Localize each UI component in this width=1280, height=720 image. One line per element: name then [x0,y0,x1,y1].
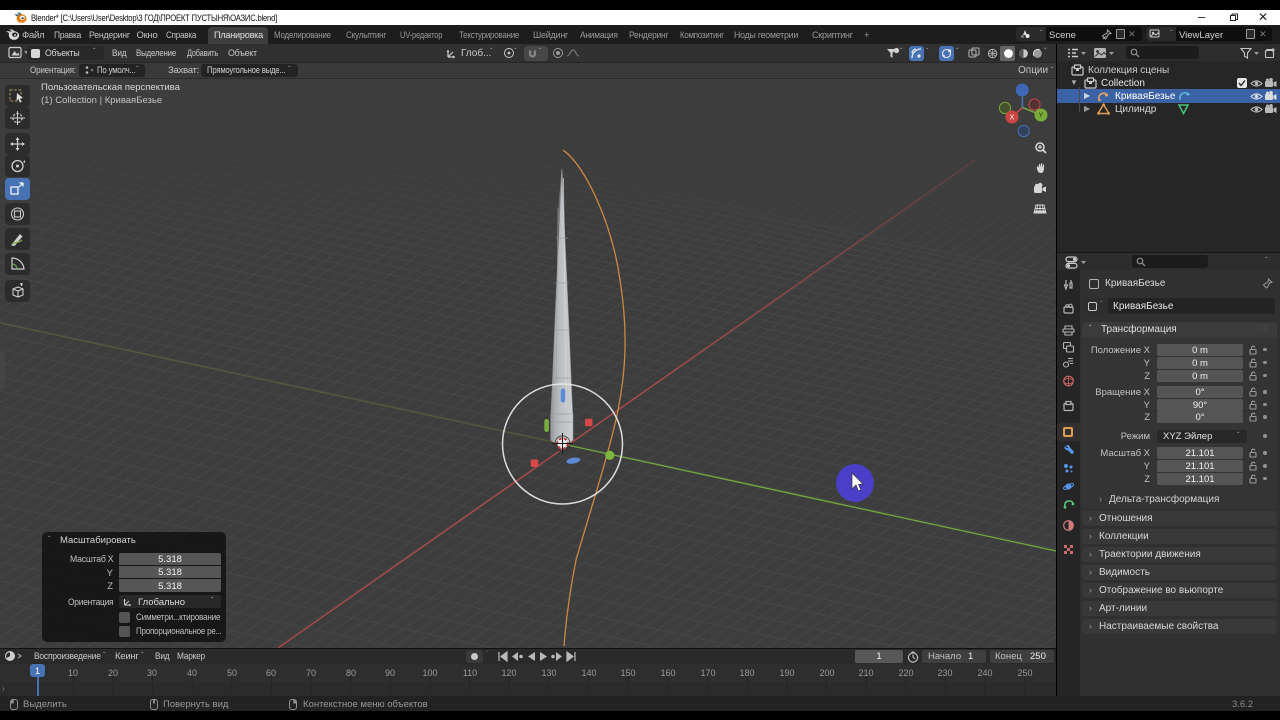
svg-text:X: X [1010,115,1015,122]
svg-text:Y: Y [1039,113,1044,120]
